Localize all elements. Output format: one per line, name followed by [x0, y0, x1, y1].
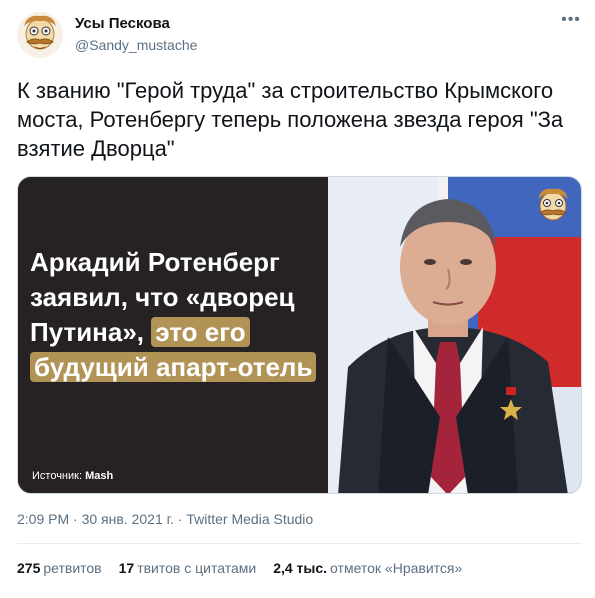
media-photo-panel	[328, 177, 581, 493]
media-source: Источник: Mash	[32, 470, 113, 482]
meta-separator: ·	[69, 511, 82, 527]
likes-count: 2,4 тыс.	[273, 560, 328, 576]
tweet: Усы Пескова @Sandy_mustache ••• К званию…	[0, 0, 595, 598]
divider	[17, 543, 582, 544]
more-dots-icon[interactable]: •••	[560, 12, 582, 32]
mustache-cartoon-icon	[17, 12, 63, 58]
likes-label: отметок «Нравится»	[330, 560, 463, 576]
user-avatar[interactable]	[17, 12, 63, 58]
quotes-count: 17	[118, 560, 135, 576]
source-name: Mash	[85, 470, 114, 482]
source-label: Источник:	[32, 470, 86, 482]
quotes-stat[interactable]: 17 твитов с цитатами	[119, 560, 257, 576]
tweet-client[interactable]: Twitter Media Studio	[186, 511, 313, 527]
tweet-stats: 275 ретвитов 17 твитов с цитатами 2,4 тыс. от…	[17, 560, 587, 576]
meta-separator: ·	[173, 511, 187, 527]
user-handle[interactable]: @Sandy_mustache	[75, 37, 197, 53]
tweet-date[interactable]: 30 янв. 2021 г.	[82, 511, 174, 527]
tweet-media[interactable]: Аркадий Ротенберг заявил, что «дворец Пу…	[17, 176, 582, 494]
headline-highlight-2: будущий апарт-отель	[30, 352, 317, 382]
tweet-meta: 2:09 PM · 30 янв. 2021 г. · Twitter Medi…	[17, 511, 313, 527]
media-text-panel: Аркадий Ротенберг заявил, что «дворец Пу…	[18, 177, 328, 493]
headline-highlight-1: это его	[151, 317, 250, 347]
mustache-watermark-icon	[538, 188, 568, 221]
media-headline: Аркадий Ротенберг заявил, что «дворец Пу…	[30, 245, 330, 385]
retweets-count: 275	[17, 560, 41, 576]
user-name[interactable]: Усы Пескова	[75, 15, 170, 32]
tweet-text: К званию "Герой труда" за строительство …	[17, 78, 564, 161]
quotes-label: твитов с цитатами	[137, 560, 257, 576]
tweet-header: Усы Пескова @Sandy_mustache •••	[17, 10, 582, 60]
retweets-label: ретвитов	[43, 560, 102, 576]
retweets-stat[interactable]: 275 ретвитов	[17, 560, 102, 576]
tweet-time[interactable]: 2:09 PM	[17, 511, 69, 527]
likes-stat[interactable]: 2,4 тыс. отметок «Нравится»	[273, 560, 462, 576]
